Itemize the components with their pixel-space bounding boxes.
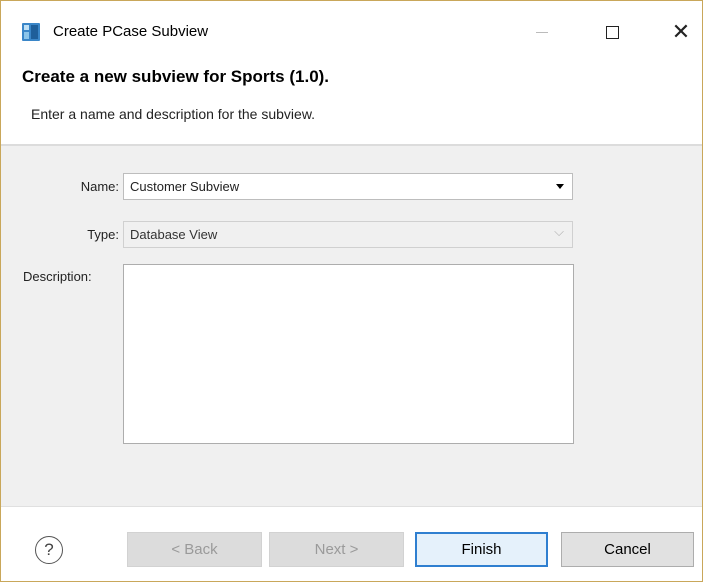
maximize-icon (605, 25, 619, 39)
window-title: Create PCase Subview (53, 23, 209, 40)
chevron-down-icon: ⌵ (554, 225, 564, 240)
help-icon: ? (44, 540, 54, 559)
create-subview-dialog: Create PCase Subview ✕ Create a new subv… (0, 0, 703, 582)
maximize-button[interactable] (589, 15, 635, 49)
help-button[interactable]: ? (35, 536, 63, 564)
pcase-app-icon (22, 23, 40, 41)
description-label: Description: (23, 269, 92, 284)
footer-divider (1, 506, 702, 507)
dropdown-arrow-icon[interactable] (556, 184, 564, 189)
back-button[interactable]: < Back (127, 532, 262, 567)
name-value: Customer Subview (130, 179, 240, 194)
name-combobox[interactable]: Customer Subview (123, 173, 573, 200)
minimize-icon (536, 31, 548, 33)
page-title: Create a new subview for Sports (1.0). (22, 67, 330, 86)
page-description: Enter a name and description for the sub… (31, 106, 316, 122)
cancel-button[interactable]: Cancel (561, 532, 694, 567)
finish-button[interactable]: Finish (415, 532, 548, 567)
minimize-button[interactable] (519, 15, 565, 49)
close-icon: ✕ (671, 19, 691, 45)
description-textarea[interactable] (123, 264, 574, 444)
form-panel: Name: Customer Subview Type: Database Vi… (1, 146, 702, 506)
next-button[interactable]: Next > (269, 532, 404, 567)
type-combobox[interactable]: Database View ⌵ (123, 221, 573, 248)
title-bar: Create PCase Subview ✕ (1, 1, 702, 59)
name-label: Name: (80, 179, 119, 194)
close-button[interactable]: ✕ (658, 15, 703, 49)
type-value: Database View (130, 227, 218, 242)
type-label: Type: (87, 227, 119, 242)
